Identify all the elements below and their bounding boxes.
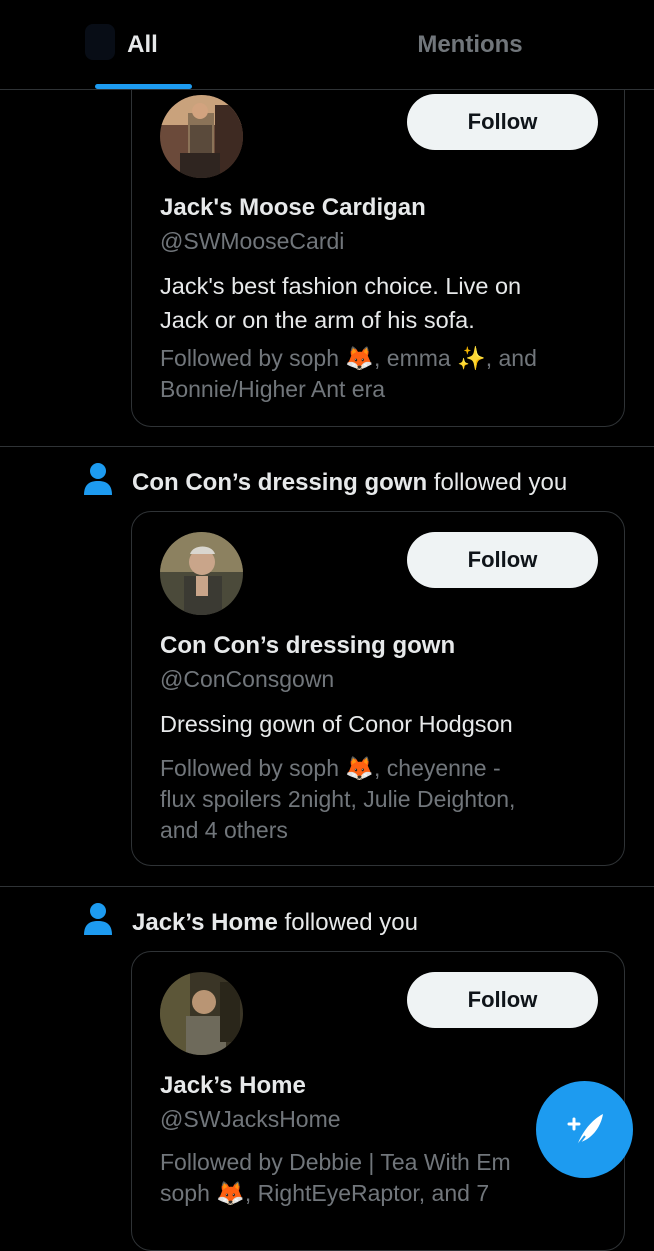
user-handle: @SWMooseCardi <box>160 228 345 254</box>
person-icon <box>84 903 112 935</box>
notification-action: followed you <box>433 469 568 496</box>
followed-by-line: Followed by soph 🦊, cheyenne - <box>160 755 501 781</box>
user-display-name[interactable]: Con Con’s dressing gown <box>160 632 455 660</box>
followed-by-line: and 4 others <box>160 817 288 843</box>
user-display-name[interactable]: Jack's Moose Cardigan <box>160 194 426 222</box>
follow-button[interactable]: Follow <box>407 94 598 150</box>
user-handle: @SWJacksHome <box>160 1106 341 1132</box>
divider <box>0 886 654 887</box>
follow-button[interactable]: Follow <box>407 532 598 588</box>
followed-by-line: Followed by soph 🦊, emma ✨, and <box>160 345 537 371</box>
followed-by-text[interactable]: Followed by soph 🦊, cheyenne - flux spoi… <box>160 753 610 846</box>
bio-line: Dressing gown of Conor Hodgson <box>160 711 513 737</box>
followed-by-line: Bonnie/Higher Ant era <box>160 376 386 402</box>
notification-action: followed you <box>284 909 418 936</box>
followed-by-line: flux spoilers 2night, Julie Deighton, <box>160 786 516 812</box>
notification-actor[interactable]: Jack’s Home <box>132 909 278 936</box>
user-handle: @ConConsgown <box>160 666 335 692</box>
avatar-image <box>160 95 243 178</box>
divider <box>0 446 654 447</box>
user-bio: Dressing gown of Conor Hodgson <box>160 707 600 741</box>
followed-by-text[interactable]: Followed by soph 🦊, emma ✨, and Bonnie/H… <box>160 343 610 405</box>
notification-text[interactable]: Jack’s Home followed you <box>132 909 418 937</box>
notification-text[interactable]: Con Con’s dressing gown followed you <box>132 469 567 497</box>
notification-actor[interactable]: Con Con’s dressing gown <box>132 469 427 496</box>
bio-line: Jack's best fashion choice. Live on <box>160 273 522 299</box>
avatar[interactable] <box>160 972 243 1055</box>
active-tab-indicator <box>95 84 192 89</box>
compose-tweet-button[interactable] <box>536 1081 633 1178</box>
avatar-image <box>160 532 243 615</box>
user-bio: Jack's best fashion choice. Live on Jack… <box>160 269 600 337</box>
avatar-image <box>160 972 243 1055</box>
tab-mentions[interactable]: Mentions <box>370 0 570 89</box>
tab-all[interactable]: All <box>40 0 245 89</box>
followed-by-line: soph 🦊, RightEyeRaptor, and 7 <box>160 1180 490 1206</box>
user-display-name[interactable]: Jack’s Home <box>160 1072 306 1100</box>
avatar[interactable] <box>160 95 243 178</box>
avatar[interactable] <box>160 532 243 615</box>
person-icon <box>84 463 112 495</box>
follow-button[interactable]: Follow <box>407 972 598 1028</box>
bio-line: Jack or on the arm of his sofa. <box>160 307 475 333</box>
notifications-tab-bar: All Mentions <box>0 0 654 90</box>
compose-tweet-icon <box>567 1113 603 1147</box>
